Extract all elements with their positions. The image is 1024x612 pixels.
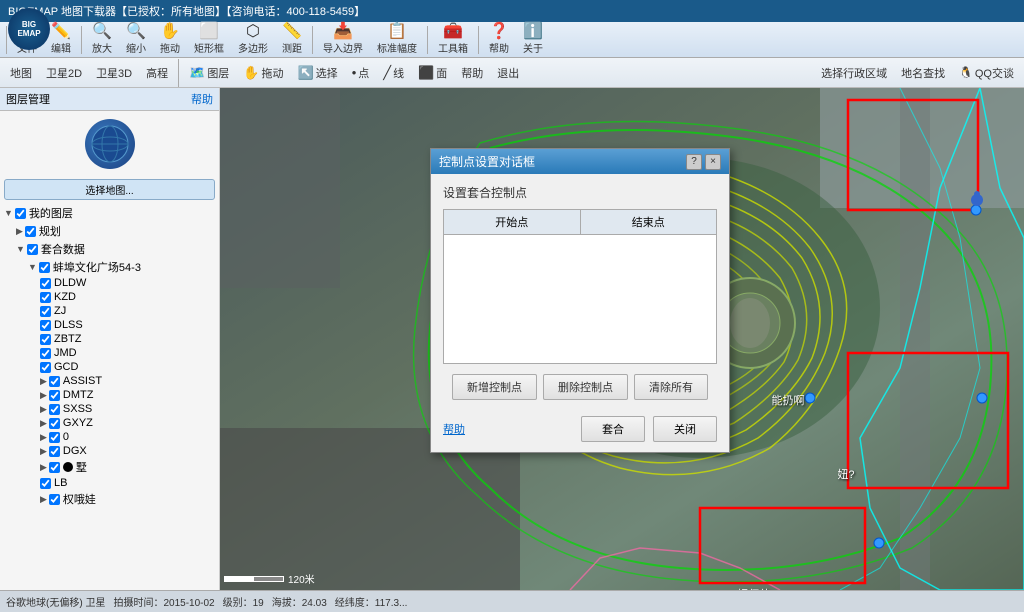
add-control-point-button[interactable]: 新增控制点 xyxy=(452,374,537,400)
dialog-content: 设置套合控制点 开始点 结束点 新增控制点 删除控制点 清除所有 xyxy=(431,174,729,410)
help-button[interactable]: ❓帮助 xyxy=(483,22,515,57)
layer-item-cultural-plaza[interactable]: ▼ 蚌埠文化广场54-3 xyxy=(26,258,217,276)
map-type-satellite3d[interactable]: 卫星3D xyxy=(90,63,138,83)
layer-item-kzd[interactable]: KZD xyxy=(38,290,217,304)
dialog-title: 控制点设置对话框 xyxy=(439,153,535,170)
altitude: 海拔：24.03 xyxy=(272,594,327,609)
secondary-toolbar: 地图 卫星2D 卫星3D 高程 🗺️图层 ✋拖动 ↖️选择 •点 ╱线 ⬛面 帮… xyxy=(0,58,1024,88)
dialog-title-bar: 控制点设置对话框 ? × xyxy=(431,149,729,174)
layer-management-label: 图层管理 xyxy=(6,91,50,107)
layer-item-shu[interactable]: ▶ 墅 xyxy=(38,458,217,476)
point-tool[interactable]: •点 xyxy=(346,63,376,83)
layer-tool[interactable]: 🗺️图层 xyxy=(183,63,235,83)
sidebar: 图层管理 帮助 选择地图... ▼ 我的图层 ▶ xyxy=(0,88,220,590)
app-logo: BIGEMAP xyxy=(8,8,50,50)
standard-scale-button[interactable]: 📋标准幅度 xyxy=(371,22,423,57)
dialog-actions: 新增控制点 删除控制点 清除所有 xyxy=(443,374,717,400)
map-type-map[interactable]: 地图 xyxy=(4,63,38,83)
dialog-title-buttons: ? × xyxy=(686,154,721,170)
layer-dot-icon xyxy=(63,462,73,472)
rect-select-button[interactable]: ⬜矩形框 xyxy=(188,22,230,57)
zoom-out-button[interactable]: 🔍缩小 xyxy=(120,22,152,57)
dialog-table-body xyxy=(443,234,717,364)
clear-all-button[interactable]: 清除所有 xyxy=(634,374,708,400)
help-tool[interactable]: 帮助 xyxy=(455,63,489,83)
layer-item-dldw[interactable]: DLDW xyxy=(38,276,217,290)
place-name-search[interactable]: 地名查找 xyxy=(895,63,951,83)
toolbar-separator xyxy=(178,59,179,87)
sidebar-header: 图层管理 帮助 xyxy=(0,88,219,111)
control-point-dialog: 控制点设置对话框 ? × 设置套合控制点 开始点 结束点 新增控制点 xyxy=(430,148,730,453)
capture-date: 拍摄时间：2015-10-02 xyxy=(113,594,214,609)
layer-item-zbtz[interactable]: ZBTZ xyxy=(38,332,217,346)
main-toolbar: BIGEMAP 📄文件 ✏️编辑 🔍放大 🔍缩小 ✋拖动 ⬜矩形框 ⬡多边形 📏… xyxy=(0,22,1024,58)
dialog-footer-buttons: 套合 关闭 xyxy=(581,416,717,442)
dialog-question-button[interactable]: ? xyxy=(686,154,702,170)
globe-container xyxy=(0,111,219,177)
measure-button[interactable]: 📏测距 xyxy=(276,22,308,57)
coordinates: 经纬度：117.3... xyxy=(335,594,408,609)
layer-item-overlay-data[interactable]: ▼ 套合数据 xyxy=(14,240,217,258)
layer-tree: ▼ 我的图层 ▶ 规划 ▼ 套合数据 ▼ 蚌埠文化广场54-3 DLD xyxy=(0,202,219,590)
layer-item-0[interactable]: ▶ 0 xyxy=(38,430,217,444)
area-tool[interactable]: ⬛面 xyxy=(412,63,453,83)
layer-item-my-layers[interactable]: ▼ 我的图层 xyxy=(2,204,217,222)
close-dialog-button[interactable]: 关闭 xyxy=(653,416,717,442)
dialog-close-button[interactable]: × xyxy=(705,154,721,170)
about-button[interactable]: ℹ️关于 xyxy=(517,22,549,57)
dialog-table-header: 开始点 结束点 xyxy=(443,209,717,234)
toolbox-button[interactable]: 🧰工具箱 xyxy=(432,22,474,57)
layer-item-sxss[interactable]: ▶ SXSS xyxy=(38,402,217,416)
exit-tool[interactable]: 退出 xyxy=(491,63,525,83)
map-area[interactable]: 能扔啊 妞? 妞仔佳 能扔啊 爱冷 能扔啊 控制点设置对话框 ? xyxy=(220,88,1024,590)
layer-item-gcd[interactable]: GCD xyxy=(38,360,217,374)
map-type-elevation[interactable]: 高程 xyxy=(140,63,174,83)
map-source: 谷歌地球(无偏移) 卫星 xyxy=(6,594,105,609)
import-boundary-button[interactable]: 📥导入边界 xyxy=(317,22,369,57)
layer-item-dmtz[interactable]: ▶ DMTZ xyxy=(38,388,217,402)
select-tool[interactable]: ↖️选择 xyxy=(292,63,344,83)
polygon-button[interactable]: ⬡多边形 xyxy=(232,22,274,57)
globe-icon xyxy=(90,124,130,164)
layer-item-planning[interactable]: ▶ 规划 xyxy=(14,222,217,240)
column-end-point: 结束点 xyxy=(581,210,717,234)
layer-item-gxyz[interactable]: ▶ GXYZ xyxy=(38,416,217,430)
status-bar: 谷歌地球(无偏移) 卫星 拍摄时间：2015-10-02 级别：19 海拔：24… xyxy=(0,590,1024,612)
zoom-level: 级别：19 xyxy=(223,594,264,609)
layer-item-quehewa[interactable]: ▶ 权哦娃 xyxy=(38,490,217,508)
sidebar-help-link[interactable]: 帮助 xyxy=(191,91,213,107)
title-text: BIGEMAP 地图下载器【已授权：所有地图】【咨询电话：400-118-545… xyxy=(8,3,365,19)
toolbar-separator xyxy=(427,26,428,54)
toolbar-separator xyxy=(312,26,313,54)
qq-chat[interactable]: 🐧QQ交谈 xyxy=(953,63,1020,83)
line-tool[interactable]: ╱线 xyxy=(377,63,410,83)
choose-map-button[interactable]: 选择地图... xyxy=(4,179,215,200)
sidebar-globe xyxy=(85,119,135,169)
map-type-satellite2d[interactable]: 卫星2D xyxy=(40,63,88,83)
dialog-overlay: 控制点设置对话框 ? × 设置套合控制点 开始点 结束点 新增控制点 xyxy=(220,88,1024,590)
column-start-point: 开始点 xyxy=(444,210,581,234)
main-content: 图层管理 帮助 选择地图... ▼ 我的图层 ▶ xyxy=(0,88,1024,590)
delete-control-point-button[interactable]: 删除控制点 xyxy=(543,374,628,400)
fit-button[interactable]: 套合 xyxy=(581,416,645,442)
zoom-in-button[interactable]: 🔍放大 xyxy=(86,22,118,57)
title-bar: BIGEMAP 地图下载器【已授权：所有地图】【咨询电话：400-118-545… xyxy=(0,0,1024,22)
pan-button[interactable]: ✋拖动 xyxy=(154,22,186,57)
layer-item-dgx[interactable]: ▶ DGX xyxy=(38,444,217,458)
layer-item-dlss[interactable]: DLSS xyxy=(38,318,217,332)
dialog-subtitle: 设置套合控制点 xyxy=(443,184,717,201)
layer-item-jmd[interactable]: JMD xyxy=(38,346,217,360)
select-admin-region[interactable]: 选择行政区域 xyxy=(815,63,893,83)
toolbar-separator xyxy=(478,26,479,54)
toolbar-separator xyxy=(6,26,7,54)
layer-item-zj[interactable]: ZJ xyxy=(38,304,217,318)
drag-tool[interactable]: ✋拖动 xyxy=(237,63,289,83)
layer-item-assist[interactable]: ▶ ASSIST xyxy=(38,374,217,388)
dialog-footer: 帮助 套合 关闭 xyxy=(431,410,729,452)
dialog-help-link[interactable]: 帮助 xyxy=(443,421,465,437)
toolbar-separator xyxy=(81,26,82,54)
layer-item-lb[interactable]: LB xyxy=(38,476,217,490)
